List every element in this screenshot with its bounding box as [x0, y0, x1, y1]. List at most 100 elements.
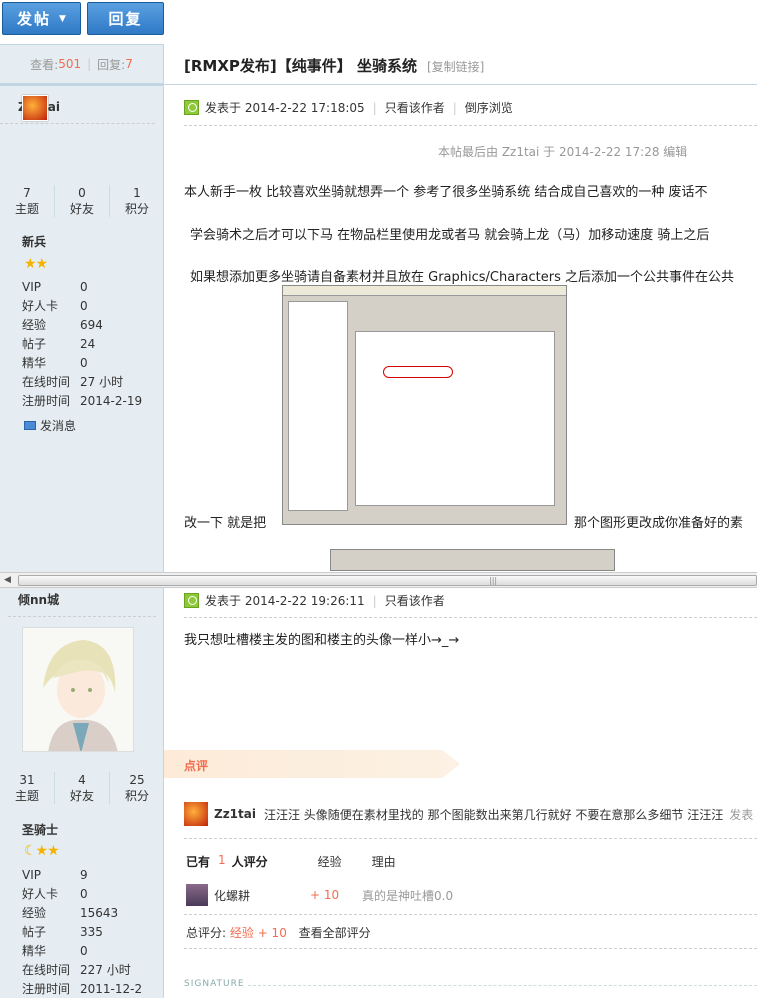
info-key: 在线时间	[22, 963, 71, 977]
info-value: 694	[80, 318, 103, 332]
info-key: VIP	[22, 868, 41, 882]
info-row: VIP 9	[22, 866, 142, 885]
avatar[interactable]	[184, 802, 208, 826]
comment-author[interactable]: Zz1tai	[214, 807, 256, 821]
attached-screenshot[interactable]	[282, 285, 567, 525]
info-value: 15643	[80, 906, 119, 920]
star-icon: ☾★★	[24, 843, 60, 859]
info-key: 注册时间	[22, 394, 71, 408]
avatar[interactable]	[22, 627, 134, 752]
info-key: 精华	[22, 356, 47, 370]
info-key: 经验	[22, 318, 47, 332]
divider: |	[452, 100, 457, 115]
info-value: 0	[80, 299, 88, 313]
info-key: 好人卡	[22, 887, 59, 901]
info-value: 335	[80, 925, 103, 939]
scroll-left-icon[interactable]: ◀	[4, 575, 11, 585]
stat-topics[interactable]: 7 主题	[0, 185, 55, 217]
divider: |	[372, 100, 377, 115]
author-stats-1: 7 主题 0 好友 1 积分	[0, 185, 164, 217]
info-row: 精华 0	[22, 942, 142, 961]
stat-label: 主题	[14, 202, 39, 216]
stat-num: 4	[78, 773, 86, 787]
only-author-link[interactable]: 只看该作者	[385, 592, 445, 609]
rating-row: 化螺耕 + 10 真的是神吐槽0.0	[186, 884, 453, 906]
edit-note: 本帖最后由 Zz1tai 于 2014-2-22 17:28 编辑	[438, 145, 688, 159]
chevron-down-icon: ▼	[59, 13, 66, 24]
info-row: VIP 0	[22, 278, 142, 297]
info-row: 在线时间 227 小时	[22, 961, 142, 980]
horizontal-scrollbar[interactable]: ◀ |||	[0, 572, 757, 588]
info-row: 好人卡 0	[22, 885, 142, 904]
reverse-order-link[interactable]: 倒序浏览	[465, 99, 513, 116]
comment-item: Zz1tai 汪汪汪 头像随便在素材里找的 那个图能数出来第几行就好 不要在意那…	[184, 802, 757, 826]
avatar-illustration	[23, 628, 133, 751]
only-author-link[interactable]: 只看该作者	[385, 99, 445, 116]
view-all-ratings-link[interactable]: 查看全部评分	[299, 926, 371, 940]
avatar[interactable]	[186, 884, 208, 906]
rater-exp: + 10	[310, 888, 340, 902]
reply-button[interactable]: 回复	[87, 2, 164, 35]
post-paragraph: 本人新手一枚 比较喜欢坐骑就想弄一个 参考了很多坐骑系统 结合成自己喜欢的一种 …	[184, 185, 708, 200]
stat-label: 积分	[124, 202, 149, 216]
author-name[interactable]: 倾nn城	[18, 591, 59, 608]
info-value: 227 小时	[80, 963, 131, 977]
stat-topics[interactable]: 31 主题	[0, 772, 55, 804]
screenshot-panel	[355, 331, 555, 506]
stat-points[interactable]: 25 积分	[110, 772, 164, 804]
stat-num: 1	[133, 186, 141, 200]
info-row: 好人卡 0	[22, 297, 142, 316]
send-message-link[interactable]: 发消息	[24, 417, 76, 434]
scrollbar-thumb[interactable]: |||	[18, 575, 757, 586]
stat-num: 0	[78, 186, 86, 200]
divider: |	[372, 593, 377, 608]
info-key: VIP	[22, 280, 41, 294]
post-meta-1: 发表于 2014-2-22 17:18:05 | 只看该作者 | 倒序浏览	[184, 99, 513, 116]
rating-col-exp: 经验	[317, 855, 342, 869]
post-paragraph: 学会骑术之后才可以下马 在物品栏里使用龙或者马 就会骑上龙（马）加移动速度 骑上…	[190, 228, 710, 243]
copy-link[interactable]: [复制链接]	[427, 58, 484, 75]
stat-num: 25	[129, 773, 145, 787]
info-value: 2014-2-19	[80, 394, 143, 408]
info-row: 精华 0	[22, 354, 142, 373]
total-label: 总评分:	[186, 926, 227, 940]
total-exp: 经验 + 10	[229, 926, 287, 940]
stat-friends[interactable]: 0 好友	[55, 185, 110, 217]
info-row: 注册时间 2014-2-19	[22, 392, 142, 411]
post-body: 我只想吐槽楼主发的图和楼主的头像一样小→_→	[184, 633, 460, 648]
reply-button-label: 回复	[108, 10, 143, 28]
divider: |	[87, 57, 92, 71]
comment-time: 发表	[729, 807, 754, 822]
rater-name[interactable]: 化螺耕	[214, 887, 310, 904]
stat-friends[interactable]: 4 好友	[55, 772, 110, 804]
posted-time: 2014-2-22 17:18:05	[244, 100, 365, 115]
stat-points[interactable]: 1 积分	[110, 185, 164, 217]
user-rank: 新兵	[22, 235, 47, 249]
author-info-2: VIP 9 好人卡 0 经验 15643 帖子 335 精华 0 在线时间 227 小时 注…	[22, 866, 142, 998]
stat-label: 好友	[69, 789, 94, 803]
info-value: 24	[80, 337, 96, 351]
info-value: 0	[80, 356, 88, 370]
divider	[184, 914, 757, 915]
stat-label: 主题	[14, 789, 39, 803]
avatar[interactable]	[22, 95, 48, 121]
info-key: 帖子	[22, 337, 47, 351]
info-key: 注册时间	[22, 982, 71, 996]
info-row: 注册时间 2011-12-2	[22, 980, 142, 998]
replies-label: 回复:	[97, 57, 126, 72]
posted-label: 发表于	[205, 594, 242, 608]
info-key: 精华	[22, 944, 47, 958]
info-row: 经验 694	[22, 316, 142, 335]
info-row: 在线时间 27 小时	[22, 373, 142, 392]
screenshot-list	[288, 301, 348, 511]
replies-count: 7	[125, 57, 133, 71]
grip-icon: |||	[489, 576, 498, 585]
user-rank: 圣骑士	[22, 823, 59, 837]
divider	[184, 125, 757, 126]
attached-screenshot[interactable]	[330, 549, 615, 571]
posted-label: 发表于	[205, 101, 242, 115]
info-key: 好人卡	[22, 299, 59, 313]
rating-col-reason: 理由	[371, 855, 396, 869]
info-value: 0	[80, 887, 88, 901]
post-button[interactable]: 发帖 ▼	[2, 2, 81, 35]
